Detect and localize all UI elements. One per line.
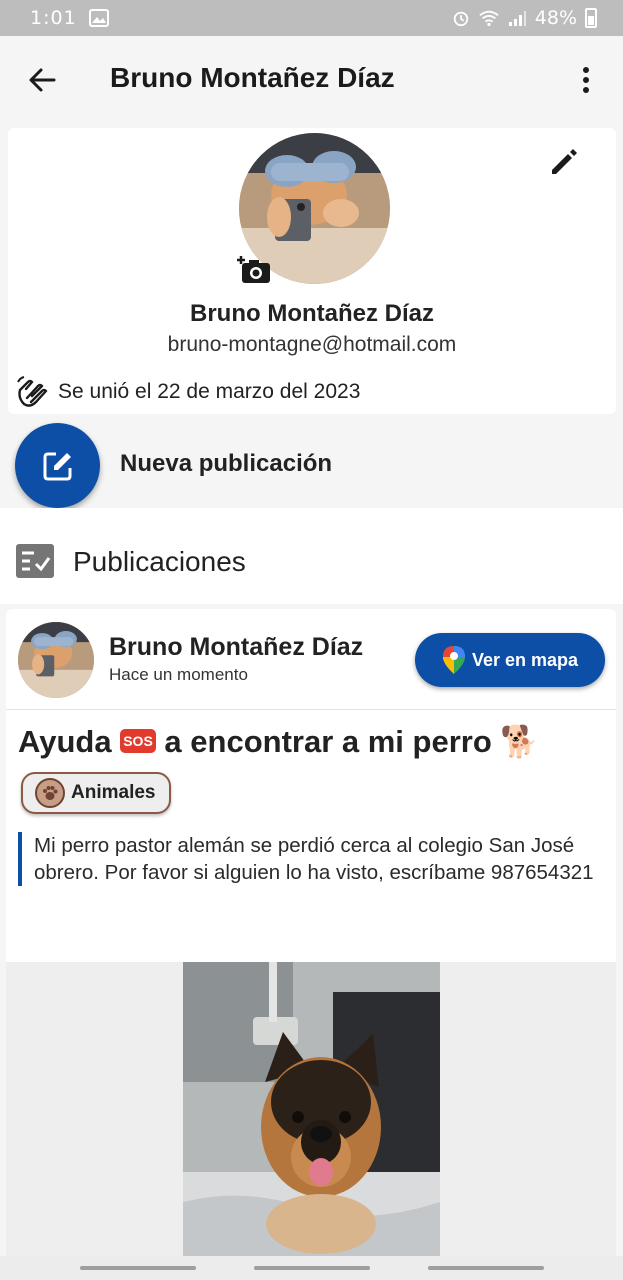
post-dog-photo[interactable]: [183, 962, 440, 1257]
battery-icon: [585, 8, 597, 28]
checklist-icon: [16, 544, 54, 578]
gallery-notification-icon: [88, 9, 109, 27]
post-timestamp: Hace un momento: [109, 665, 248, 684]
signal-icon: [508, 11, 526, 26]
dog-emoji: 🐕: [500, 724, 539, 759]
system-nav-bar: [0, 1256, 623, 1280]
post-title-part2: a encontrar a mi perro: [164, 724, 492, 759]
category-label: Animales: [71, 782, 156, 803]
wifi-icon: [479, 10, 499, 26]
nav-home-handle[interactable]: [254, 1266, 370, 1270]
post-author-name: Bruno Montañez Díaz: [109, 633, 364, 661]
status-time: 1:01: [30, 7, 77, 29]
post-description: Mi perro pastor alemán se perdió cerca a…: [18, 832, 608, 886]
edit-profile-icon[interactable]: [548, 146, 580, 178]
joined-info: Se unió el 22 de marzo del 2023: [14, 374, 360, 410]
new-post-row: Nueva publicación: [0, 414, 623, 508]
post-title: Ayuda SOS a encontrar a mi perro 🐕: [18, 723, 539, 760]
profile-card: Bruno Montañez Díaz bruno-montagne@hotma…: [8, 128, 616, 414]
paw-icon: [35, 778, 65, 808]
app-bar: Bruno Montañez Díaz: [0, 36, 623, 124]
post-title-part1: Ayuda: [18, 724, 112, 759]
post-card: Bruno Montañez Díaz Hace un momento Ver …: [6, 609, 616, 1269]
post-header-divider: [6, 709, 616, 710]
back-arrow-icon[interactable]: [26, 64, 58, 96]
add-photo-icon[interactable]: [237, 254, 271, 284]
post-image-area: [6, 962, 616, 1269]
page-title: Bruno Montañez Díaz: [110, 62, 395, 93]
waving-hand-icon: [17, 376, 48, 407]
view-on-map-button[interactable]: Ver en mapa: [415, 633, 605, 687]
view-on-map-label: Ver en mapa: [471, 649, 579, 670]
sos-badge: SOS: [120, 728, 156, 753]
nav-back-handle[interactable]: [428, 1266, 544, 1270]
post-author-avatar[interactable]: [18, 622, 94, 698]
google-maps-pin-icon: [442, 646, 465, 674]
category-chip[interactable]: Animales: [21, 772, 171, 814]
profile-name: Bruno Montañez Díaz: [190, 300, 434, 327]
joined-date: Se unió el 22 de marzo del 2023: [58, 380, 361, 403]
new-post-button[interactable]: [15, 423, 100, 508]
nav-recents-handle[interactable]: [80, 1266, 196, 1270]
status-bar: 1:01 48%: [0, 0, 623, 36]
publications-title: Publicaciones: [73, 546, 246, 577]
profile-email: bruno-montagne@hotmail.com: [167, 333, 457, 356]
battery-percentage: 48%: [534, 7, 577, 29]
more-options-icon[interactable]: [572, 64, 600, 96]
edit-note-icon: [43, 452, 71, 480]
publications-header: Publicaciones: [0, 508, 623, 604]
alarm-icon: [453, 11, 468, 27]
new-post-label[interactable]: Nueva publicación: [120, 450, 332, 478]
